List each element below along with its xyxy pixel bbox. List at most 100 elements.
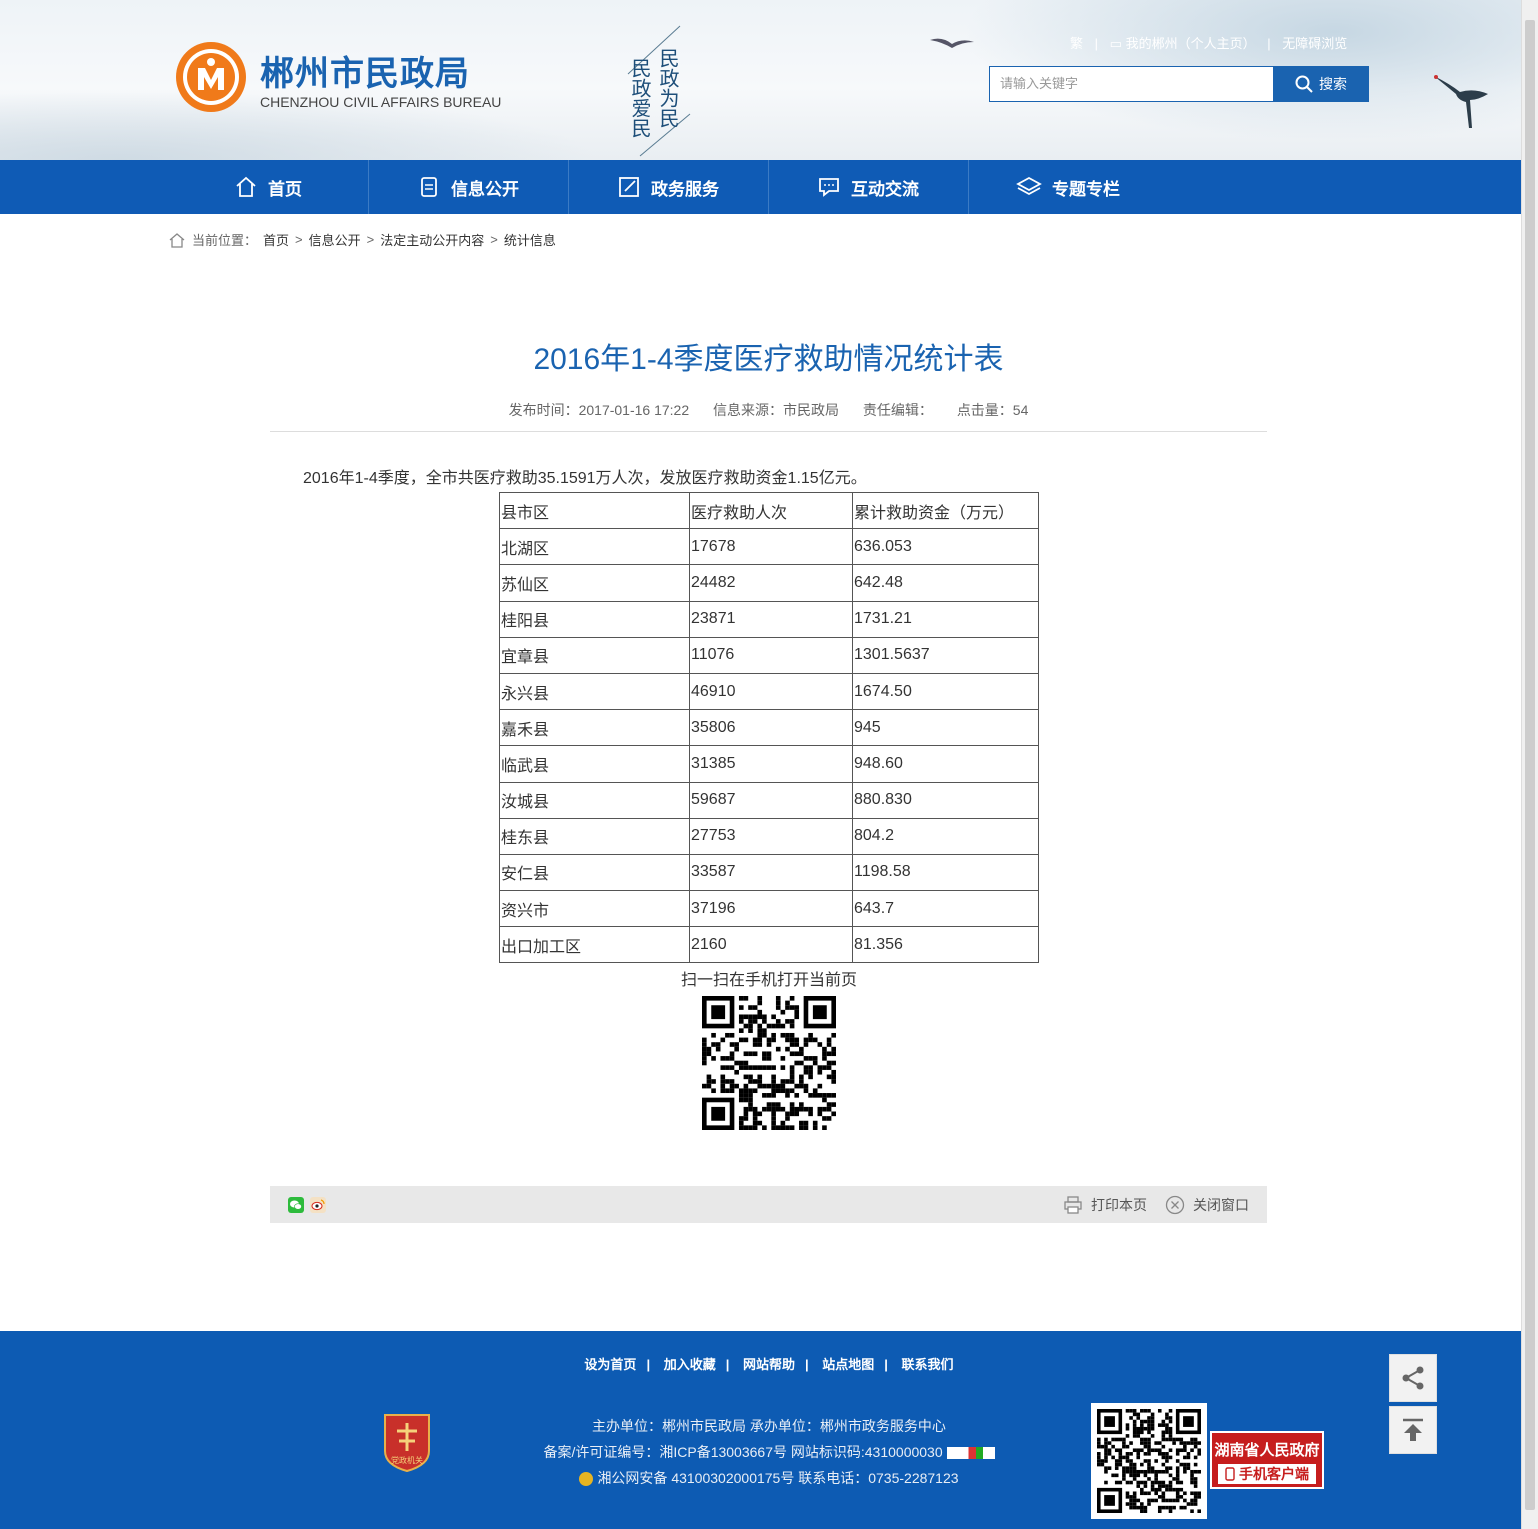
nav-item-interaction[interactable]: 互动交流 — [768, 160, 968, 214]
search-button[interactable]: 搜索 — [1273, 66, 1369, 102]
breadcrumb-statistics[interactable]: 统计信息 — [504, 230, 556, 249]
table-cell: 17678 — [689, 528, 853, 566]
medical-aid-table: 县市区 医疗救助人次 累计救助资金（万元） 北湖区 17678 636.053 苏仙区 244… — [499, 491, 1039, 964]
footer-link-help[interactable]: 网站帮助 — [743, 1357, 795, 1372]
crane-decoration — [1434, 75, 1488, 128]
article-meta: 发布时间：2017-01-16 17:22 信息来源：市民政局 责任编辑： 点击… — [270, 400, 1267, 420]
nav-item-special-topics[interactable]: 专题专栏 — [968, 160, 1168, 214]
table-cell: 81.356 — [852, 926, 1039, 964]
breadcrumb-statutory-content[interactable]: 法定主动公开内容 — [380, 230, 484, 249]
table-cell: 642.48 — [852, 564, 1039, 602]
print-button[interactable]: 打印本页 — [1063, 1195, 1147, 1215]
table-row: 苏仙区 24482 642.48 — [499, 564, 1039, 602]
footer-icp-text[interactable]: 备案/许可证编号：湘ICP备13003667号 网站标识码:4310000030 — [543, 1444, 942, 1460]
breadcrumb-home[interactable]: 首页 — [263, 230, 289, 249]
search-input[interactable]: 请输入关键字 — [989, 66, 1274, 102]
table-cell: 880.830 — [852, 781, 1039, 819]
publish-time: 发布时间：2017-01-16 17:22 — [508, 402, 690, 418]
weibo-icon[interactable] — [310, 1197, 326, 1213]
table-cell: 嘉禾县 — [499, 709, 690, 747]
footer-link-bookmark[interactable]: 加入收藏 — [664, 1357, 716, 1372]
site-title[interactable]: 郴州市民政局 — [260, 46, 470, 95]
accessibility-link[interactable]: 无障碍浏览 — [1282, 36, 1347, 51]
slogan-calligraphy: 民政为民 民政爱民 — [627, 25, 691, 157]
bureau-logo-icon[interactable] — [174, 40, 248, 114]
table-row: 出口加工区 2160 81.356 — [499, 926, 1039, 964]
table-cell: 北湖区 — [499, 528, 690, 566]
nav-item-label: 首页 — [268, 179, 302, 199]
table-row: 北湖区 17678 636.053 — [499, 528, 1039, 566]
police-badge-icon — [579, 1472, 594, 1487]
back-to-top-button[interactable] — [1389, 1406, 1437, 1454]
table-cell: 24482 — [689, 564, 853, 602]
search-button-label: 搜索 — [1319, 76, 1347, 92]
my-chenzhou-link[interactable]: 我的郴州（个人主页） — [1126, 36, 1256, 51]
table-row: 嘉禾县 35806 945 — [499, 709, 1039, 747]
table-header-row: 县市区 医疗救助人次 累计救助资金（万元） — [499, 491, 1039, 530]
table-cell: 安仁县 — [499, 853, 690, 892]
slogan-right-text: 民政为民 — [656, 48, 680, 128]
breadcrumb-prefix: 当前位置： — [192, 233, 258, 248]
traditional-chinese-link[interactable]: 繁 — [1070, 36, 1083, 51]
flying-bird-decoration — [930, 38, 974, 48]
table-cell: 汝城县 — [499, 781, 690, 819]
print-label: 打印本页 — [1091, 1197, 1147, 1213]
footer-link-contact[interactable]: 联系我们 — [902, 1357, 954, 1372]
table-cell: 31385 — [689, 745, 853, 783]
footer-link-set-home[interactable]: 设为首页 — [584, 1357, 636, 1372]
hunan-gov-app-badge[interactable]: 湖南省人民政府 手机客户端 — [1210, 1431, 1324, 1489]
share-icons — [288, 1197, 326, 1213]
footer-qr-image — [1097, 1409, 1201, 1513]
table-row: 汝城县 59687 880.830 — [499, 781, 1039, 819]
search-icon — [1295, 75, 1313, 93]
breadcrumb-separator: > — [490, 232, 498, 247]
table-cell: 37196 — [689, 890, 853, 928]
breadcrumb: 当前位置： 首页 > 信息公开 > 法定主动公开内容 > 统计信息 — [168, 230, 556, 249]
monitor-icon: ▭ — [1109, 36, 1122, 51]
table-row: 宜章县 11076 1301.5637 — [499, 636, 1039, 674]
table-cell: 苏仙区 — [499, 564, 690, 602]
table-cell: 1198.58 — [852, 853, 1039, 892]
table-cell: 出口加工区 — [499, 926, 690, 964]
share-actions: 打印本页 关闭窗口 — [1063, 1195, 1249, 1215]
nav-item-label: 信息公开 — [451, 179, 519, 199]
footer-police-text[interactable]: 湘公网安备 43100302000175号 联系电话：0735-2287123 — [597, 1470, 958, 1486]
breadcrumb-info-disclosure[interactable]: 信息公开 — [309, 230, 361, 249]
nav-item-home[interactable]: 首页 — [168, 160, 368, 214]
table-cell: 资兴市 — [499, 890, 690, 928]
share-float-button[interactable] — [1389, 1354, 1437, 1402]
nav-item-info-disclosure[interactable]: 信息公开 — [368, 160, 568, 214]
article-intro: 2016年1-4季度，全市共医疗救助35.1591万人次，发放医疗救助资金1.1… — [303, 470, 867, 487]
table-cell: 46910 — [689, 672, 853, 711]
table-cell: 临武县 — [499, 745, 690, 783]
home-icon — [169, 232, 185, 248]
site-header: 郴州市民政局 CHENZHOU CIVIL AFFAIRS BUREAU 民政为… — [0, 0, 1521, 160]
main-nav: 首页 信息公开 政务服务 互动交流 专题专栏 — [0, 160, 1521, 214]
table-row: 桂阳县 23871 1731.21 — [499, 600, 1039, 638]
close-label: 关闭窗口 — [1193, 1197, 1249, 1213]
table-row: 资兴市 37196 643.7 — [499, 890, 1039, 928]
table-cell: 945 — [852, 709, 1039, 747]
close-window-button[interactable]: 关闭窗口 — [1165, 1195, 1249, 1215]
page-qr-code — [702, 996, 836, 1130]
table-cell: 1301.5637 — [852, 636, 1039, 674]
table-cell: 804.2 — [852, 817, 1039, 855]
info-source: 信息来源：市民政局 — [713, 402, 840, 418]
nav-item-label: 互动交流 — [851, 179, 919, 199]
page-scrollbar[interactable] — [1521, 0, 1538, 1529]
table-cell: 1731.21 — [852, 600, 1039, 638]
table-cell: 636.053 — [852, 528, 1039, 566]
breadcrumb-separator: > — [295, 232, 303, 247]
table-cell: 宜章县 — [499, 636, 690, 674]
edit-icon — [619, 177, 639, 197]
table-cell: 1674.50 — [852, 672, 1039, 711]
table-cell: 35806 — [689, 709, 853, 747]
table-row: 永兴县 46910 1674.50 — [499, 672, 1039, 711]
site-id-badge-icon — [946, 1447, 995, 1460]
nav-item-gov-services[interactable]: 政务服务 — [568, 160, 768, 214]
footer-link-sitemap[interactable]: 站点地图 — [822, 1357, 874, 1372]
scrollbar-thumb[interactable] — [1525, 20, 1535, 1510]
app-subtitle-wrap: 手机客户端 — [1218, 1464, 1316, 1484]
wechat-icon[interactable] — [288, 1197, 304, 1213]
close-icon — [1165, 1195, 1185, 1215]
